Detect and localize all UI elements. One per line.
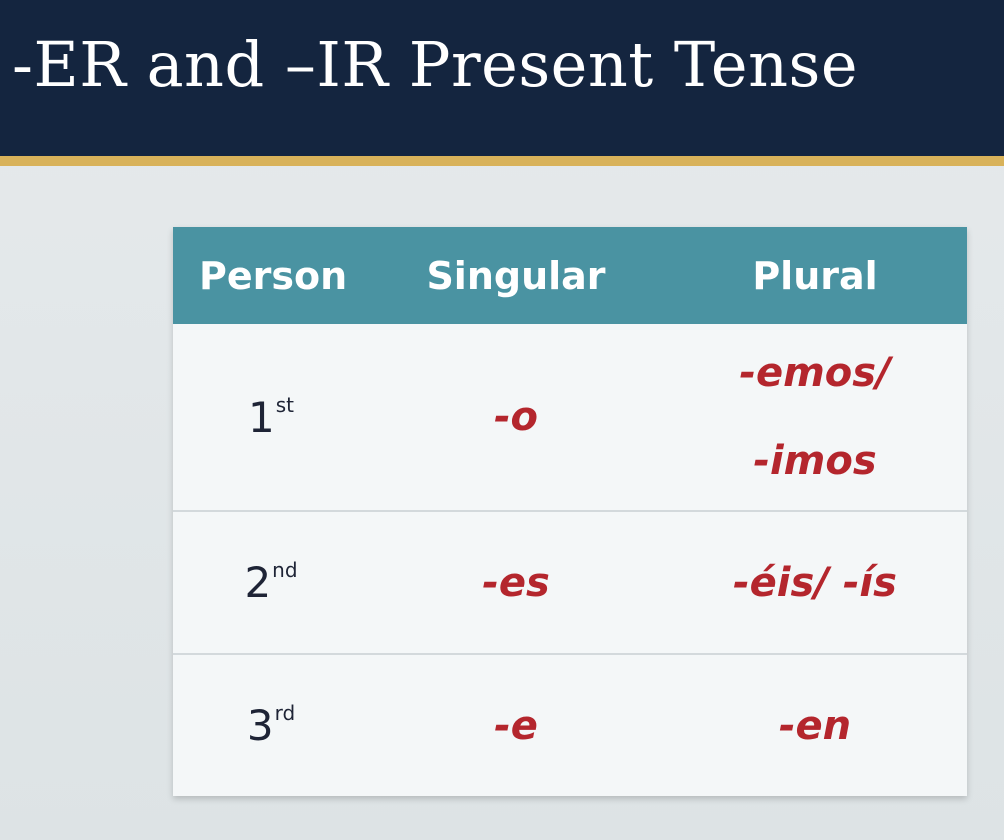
person-label: 1st [248,393,294,442]
table-row: 3rd -e -en [173,654,967,796]
person-cell: 3rd [173,654,369,796]
table-row: 1st -o -emos/ -imos [173,324,967,512]
header-person: Person [173,227,369,324]
plural-ending: -éis/ -ís [733,559,897,606]
singular-ending: -es [482,559,550,606]
singular-ending: -e [494,702,538,749]
slide: -ER and –IR Present Tense Person Singula… [0,0,1004,840]
singular-cell: -o [369,324,663,512]
plural-ending-line2: -imos [753,438,877,484]
person-cell: 2nd [173,511,369,655]
person-suffix: st [275,392,294,417]
plural-cell: -éis/ -ís [663,511,967,655]
header-singular: Singular [369,227,663,324]
plural-cell: -en [663,654,967,796]
person-cell: 1st [173,324,369,512]
table-header-row: Person Singular Plural [173,227,967,324]
person-number: 2 [244,558,272,607]
conjugation-table: Person Singular Plural 1st -o -emos/ -im… [173,227,967,796]
table-row: 2nd -es -éis/ -ís [173,511,967,655]
singular-cell: -e [369,654,663,796]
plural-ending: -en [778,702,852,749]
person-suffix: rd [274,701,296,725]
singular-ending: -o [493,394,539,440]
plural-ending-line1: -emos/ [739,350,891,396]
person-number: 3 [246,701,274,750]
person-number: 1 [248,392,275,442]
slide-title: -ER and –IR Present Tense [12,28,859,101]
singular-cell: -es [369,511,663,655]
title-bar: -ER and –IR Present Tense [0,0,1004,166]
header-plural: Plural [663,227,967,324]
plural-cell: -emos/ -imos [663,324,967,512]
person-label: 2nd [244,558,297,607]
person-label: 3rd [247,701,295,750]
person-suffix: nd [272,558,298,582]
